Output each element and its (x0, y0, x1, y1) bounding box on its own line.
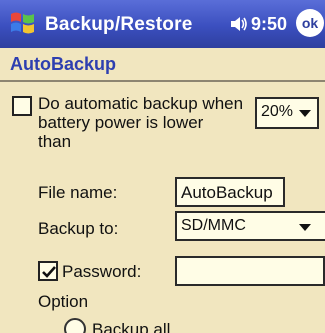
auto-backup-label-line2: battery power is lower (38, 113, 204, 132)
file-name-field[interactable]: AutoBackup (175, 177, 285, 207)
chevron-down-icon (299, 110, 311, 117)
password-field[interactable] (175, 256, 325, 286)
backup-to-dropdown[interactable]: SD/MMC (175, 211, 325, 241)
password-checkbox[interactable] (38, 261, 58, 281)
backup-all-radio[interactable] (64, 318, 86, 333)
title-bar: Backup/Restore 9:50 ok (0, 0, 325, 48)
backup-to-value: SD/MMC (181, 217, 246, 234)
battery-threshold-dropdown[interactable]: 20% (255, 97, 319, 129)
password-label: Password: (62, 262, 142, 281)
checkmark-icon (42, 266, 56, 278)
auto-backup-checkbox[interactable] (12, 96, 32, 116)
page-title: AutoBackup (10, 54, 117, 74)
app-title: Backup/Restore (45, 14, 193, 35)
file-name-value: AutoBackup (181, 183, 273, 202)
heading-divider (0, 80, 325, 82)
backup-to-label: Backup to: (38, 219, 119, 238)
file-name-label: File name: (38, 183, 118, 202)
auto-backup-label-line3: than (38, 132, 72, 151)
ok-button[interactable]: ok (296, 9, 324, 37)
backup-all-label: Backup all (92, 320, 171, 333)
windows-start-icon[interactable] (8, 8, 38, 38)
auto-backup-label-line1: Do automatic backup when (38, 94, 244, 113)
clock[interactable]: 9:50 (251, 14, 287, 35)
backup-restore-screen: Backup/Restore 9:50 ok AutoBackup Do aut… (0, 0, 325, 333)
speaker-icon[interactable] (229, 14, 249, 34)
option-label: Option (38, 292, 89, 311)
battery-threshold-value: 20% (261, 103, 294, 120)
chevron-down-icon (299, 224, 311, 231)
